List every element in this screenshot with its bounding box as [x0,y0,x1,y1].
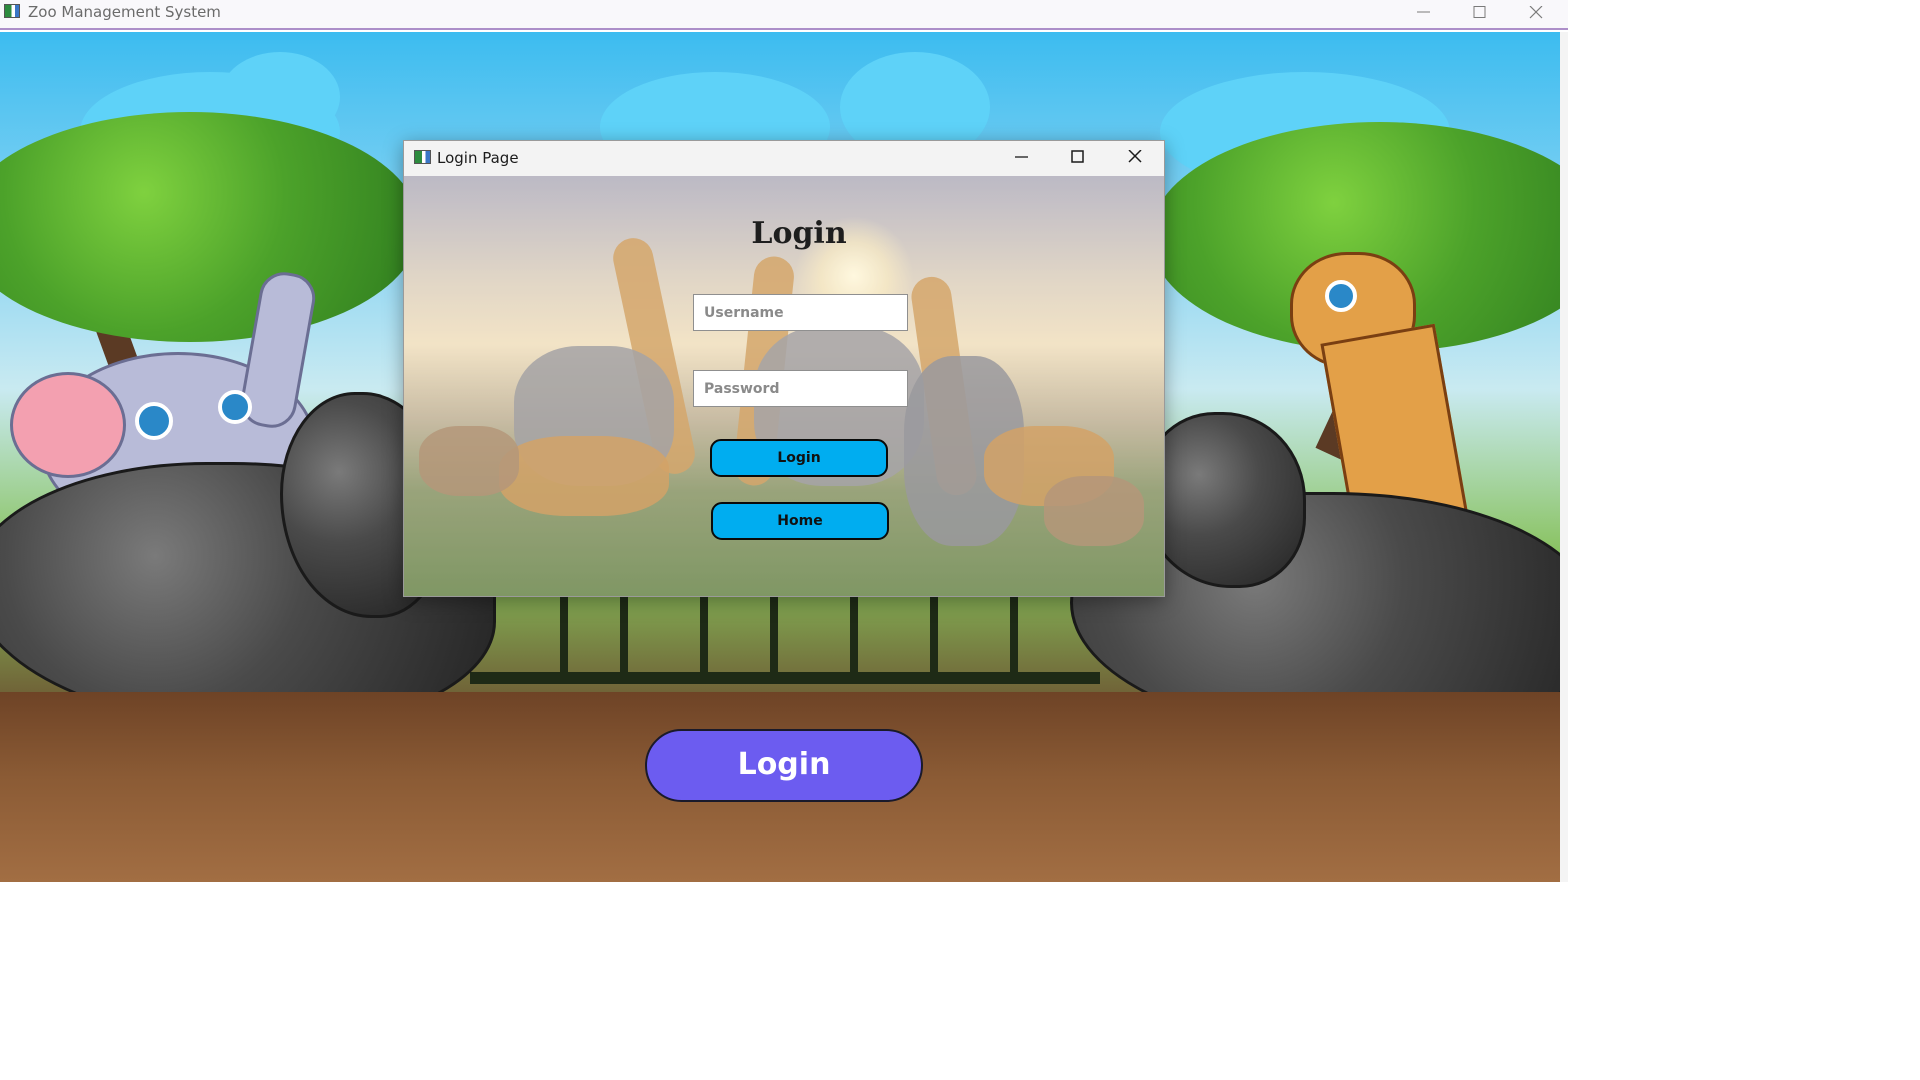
dialog-maximize-button[interactable] [1050,141,1106,175]
dialog-title: Login Page [437,149,519,167]
window-title: Zoo Management System [28,3,221,21]
minimize-icon [1015,156,1028,158]
close-icon [1128,150,1142,163]
dialog-minimize-button[interactable] [994,141,1050,175]
main-titlebar: Zoo Management System [0,0,1568,30]
dialog-close-button[interactable] [1108,141,1164,175]
dialog-body: Login Login Home [404,176,1164,596]
dialog-titlebar: Login Page [404,141,1164,176]
close-button[interactable] [1509,0,1565,28]
minimize-icon [1417,11,1430,13]
maximize-button[interactable] [1452,0,1508,28]
home-button[interactable]: Home [711,502,889,540]
login-button[interactable]: Login [710,439,888,477]
main-login-button[interactable]: Login [645,729,923,802]
app-window-icon [4,4,20,18]
maximize-icon [1473,6,1486,18]
password-input[interactable] [693,370,908,407]
dialog-window-icon [414,150,431,164]
window-edge [1560,32,1568,882]
close-icon [1529,6,1543,19]
minimize-button[interactable] [1396,0,1452,28]
login-dialog: Login Page Login Username Login Home [403,140,1165,597]
maximize-icon [1071,150,1084,163]
username-input[interactable] [693,294,908,331]
app-window: Zoo Management System Login Login Page L… [0,0,1568,882]
login-heading: Login [751,216,847,251]
